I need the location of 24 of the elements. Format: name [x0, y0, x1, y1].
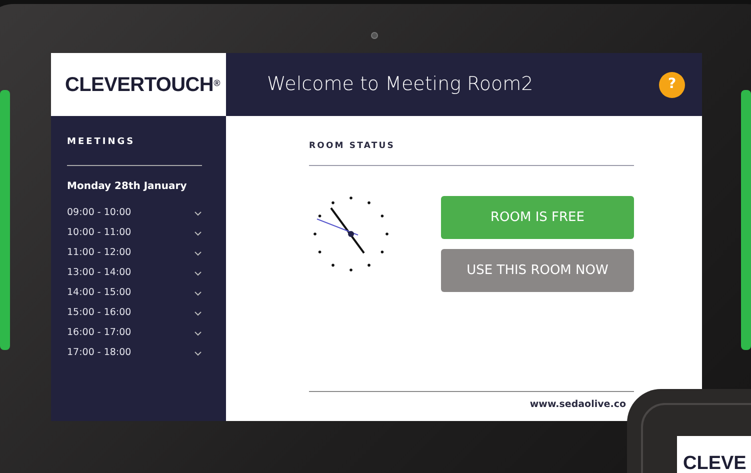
meeting-time[interactable]: 14:00 - 15:00 [67, 286, 132, 301]
brand-logo: CLEVERTOUCH$^{®}$ [65, 72, 220, 98]
chevron-down-icon[interactable] [194, 211, 202, 216]
meeting-time[interactable]: 09:00 - 10:00 [67, 206, 132, 221]
chevron-down-icon[interactable] [194, 311, 202, 316]
brand-logo: CLEVE [683, 453, 746, 473]
section-heading: ROOM STATUS [309, 140, 396, 153]
chevron-down-icon[interactable] [194, 291, 202, 296]
meeting-time[interactable]: 16:00 - 17:00 [67, 326, 132, 341]
chevron-down-icon[interactable] [194, 231, 202, 236]
sidebar-heading: MEETINGS [67, 136, 136, 149]
use-room-button[interactable]: USE THIS ROOM NOW [441, 248, 634, 292]
chevron-down-icon[interactable] [194, 251, 202, 256]
chevron-down-icon[interactable] [194, 351, 202, 356]
chevron-down-icon[interactable] [194, 331, 202, 336]
meeting-time[interactable]: 10:00 - 11:00 [67, 226, 132, 241]
header-title: Welcome to Meeting Room2 [267, 72, 534, 98]
chevron-down-icon[interactable] [194, 271, 202, 276]
meeting-time[interactable]: 15:00 - 16:00 [67, 306, 132, 321]
meeting-time[interactable]: 11:00 - 12:00 [67, 246, 132, 261]
website-url: www.sedaolive.co [528, 398, 627, 412]
date-label: Monday 28th January [67, 180, 188, 194]
meeting-time[interactable]: 17:00 - 18:00 [67, 346, 132, 361]
meeting-time[interactable]: 13:00 - 14:00 [67, 266, 132, 281]
